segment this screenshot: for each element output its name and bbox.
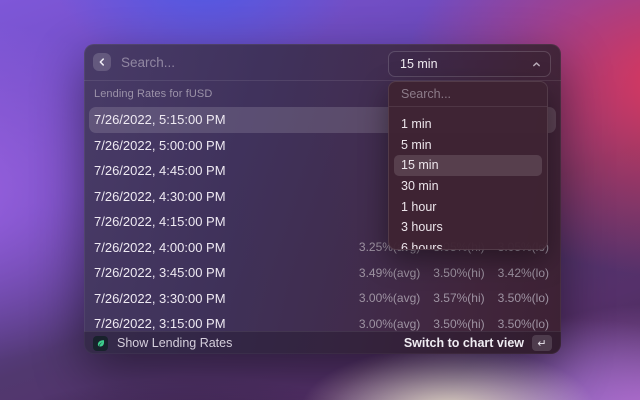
rate-lo: 3.42%(lo) (497, 265, 549, 280)
interval-option-6-hours[interactable]: 6 hours (394, 238, 542, 249)
interval-option-5-min[interactable]: 5 min (394, 135, 542, 156)
section-title: Lending Rates for fUSD (94, 88, 213, 100)
row-timestamp: 7/26/2022, 3:15:00 PM (94, 316, 226, 332)
rate-avg: 3.49%(avg) (358, 265, 421, 280)
interval-option-1-min[interactable]: 1 min (394, 114, 542, 135)
rate-lo: 3.50%(lo) (497, 316, 549, 331)
rate-hi: 3.50%(hi) (433, 265, 485, 280)
interval-dropdown-trigger[interactable]: 15 min (388, 51, 551, 77)
interval-dropdown-menu: 1 min 5 min 15 min 30 min 1 hour 3 hours… (388, 81, 548, 250)
row-timestamp: 7/26/2022, 3:45:00 PM (94, 265, 226, 281)
list-item[interactable]: 7/26/2022, 3:45:00 PM 3.49%(avg) 3.50%(h… (89, 260, 556, 286)
interval-option-1-hour[interactable]: 1 hour (394, 196, 542, 217)
rate-hi: 3.57%(hi) (433, 291, 485, 306)
chevron-up-icon (532, 60, 541, 69)
window-footer: Show Lending Rates Switch to chart view … (84, 331, 561, 354)
menu-divider (389, 106, 547, 107)
window-header: 15 min (84, 44, 561, 80)
rate-hi: 3.50%(hi) (433, 316, 485, 331)
rate-avg: 3.00%(avg) (358, 291, 421, 306)
rate-lo: 3.50%(lo) (497, 291, 549, 306)
back-button[interactable] (93, 53, 111, 71)
interval-dropdown-value: 15 min (400, 57, 438, 71)
rate-avg: 3.00%(avg) (358, 316, 421, 331)
switch-to-chart-view-button[interactable]: Switch to chart view (404, 336, 524, 350)
footer-primary-action[interactable]: Show Lending Rates (117, 336, 232, 350)
extension-icon (93, 335, 108, 351)
leaf-icon (96, 339, 105, 348)
row-timestamp: 7/26/2022, 4:00:00 PM (94, 239, 226, 255)
enter-key-icon[interactable]: ↵ (532, 335, 552, 351)
interval-menu-search-input[interactable] (389, 82, 547, 106)
row-timestamp: 7/26/2022, 3:30:00 PM (94, 290, 226, 306)
interval-options-list: 1 min 5 min 15 min 30 min 1 hour 3 hours… (389, 114, 547, 249)
desktop-wallpaper: 15 min Lending Rates for fUSD 7/26/2022,… (0, 0, 640, 400)
interval-option-3-hours[interactable]: 3 hours (394, 217, 542, 238)
interval-option-30-min[interactable]: 30 min (394, 176, 542, 197)
arrow-left-icon (97, 57, 107, 67)
interval-option-15-min[interactable]: 15 min (394, 155, 542, 176)
lending-rates-window: 15 min Lending Rates for fUSD 7/26/2022,… (84, 44, 561, 354)
list-item[interactable]: 7/26/2022, 3:30:00 PM 3.00%(avg) 3.57%(h… (89, 286, 556, 312)
